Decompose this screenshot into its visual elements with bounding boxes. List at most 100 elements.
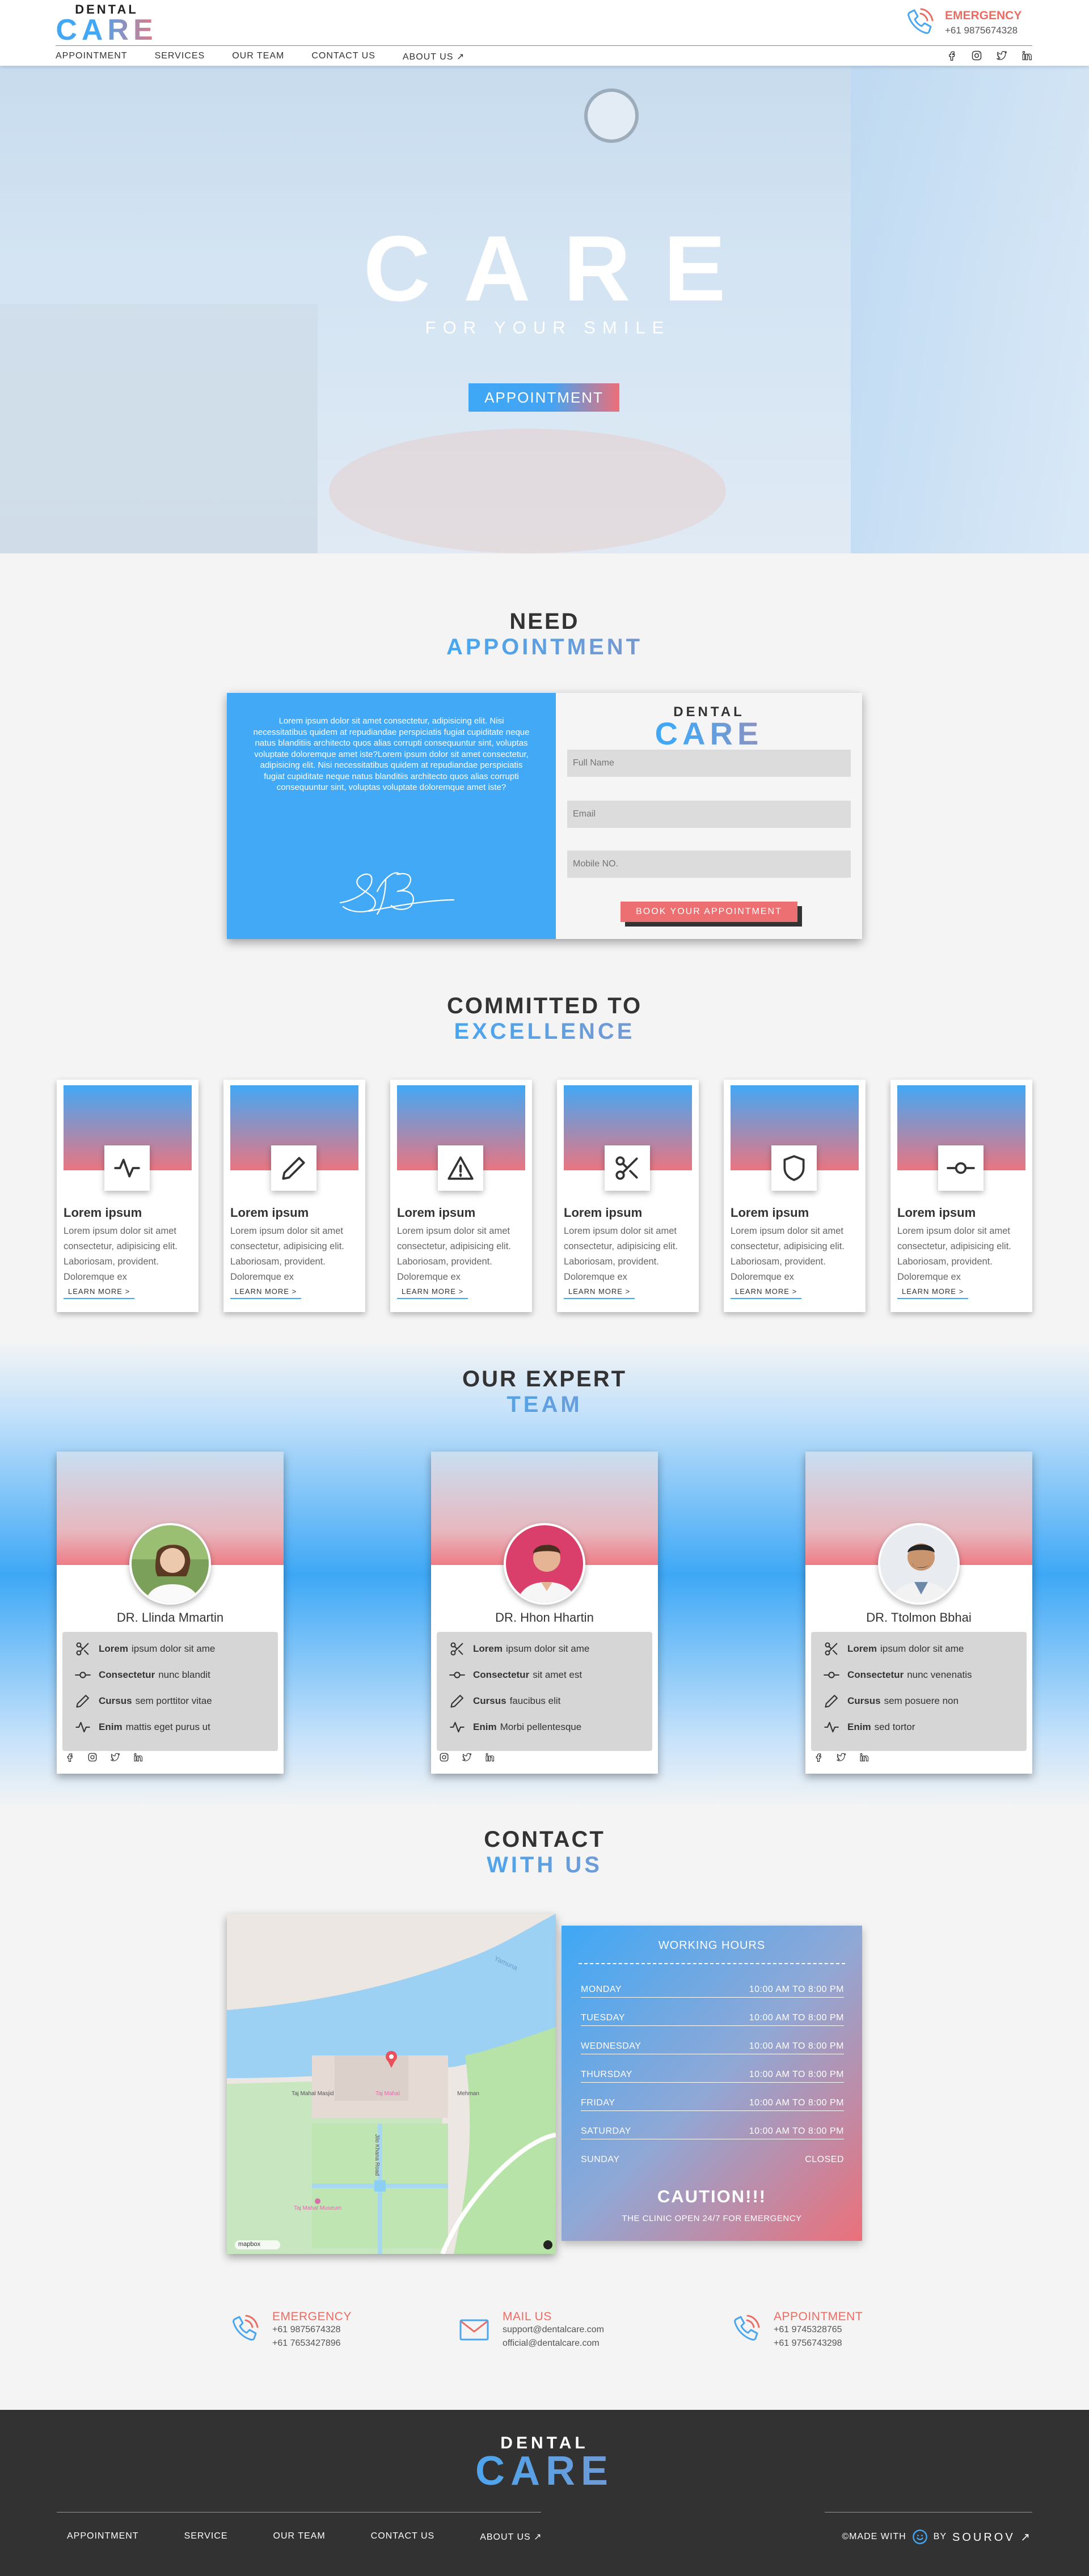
member-name: DR. Hhon Hhartin (495, 1610, 594, 1625)
contact-heading-bottom: WITH US (0, 1852, 1089, 1878)
commit-icon (947, 1154, 975, 1182)
footer-nav-appointment[interactable]: APPOINTMENT (67, 2531, 139, 2543)
skill-bold: Enim (99, 1721, 123, 1732)
instagram-icon[interactable] (87, 1752, 98, 1762)
pulse-icon (75, 1719, 91, 1735)
map-label-mehman: Mehman (457, 2091, 479, 2097)
footer-nav-contact-us[interactable]: CONTACT US (371, 2531, 435, 2543)
twitter-icon[interactable] (110, 1752, 120, 1762)
pencil-icon (280, 1154, 308, 1182)
contact-mail-2: official@dentalcare.com (503, 2338, 600, 2348)
nav-our-team[interactable]: OUR TEAM (232, 50, 284, 64)
contact-appointment-phone-2: +61 9756743298 (774, 2338, 842, 2348)
learn-more-link[interactable]: LEARN MORE > (564, 1287, 635, 1299)
contact-emergency-phone-2: +61 7653427896 (272, 2338, 341, 2348)
contact-mail-title: MAIL US (503, 2310, 552, 2323)
hero-subtitle: FOR YOUR SMILE (425, 318, 671, 337)
contact-mail-1: support@dentalcare.com (503, 2325, 604, 2334)
facebook-icon[interactable] (813, 1752, 824, 1762)
contact-mail[interactable]: MAIL US support@dentalcare.com official@… (457, 2310, 627, 2355)
excellence-heading-top: COMMITTED TO (446, 993, 643, 1018)
skill-bold: Consectetur (847, 1669, 904, 1680)
contact-heading: CONTACT WITH US (0, 1827, 1089, 1878)
email-field[interactable] (567, 801, 851, 828)
scissors-icon (449, 1641, 465, 1657)
skill-bold: Consectetur (99, 1669, 155, 1680)
commit-icon (75, 1667, 91, 1683)
linkedin-icon[interactable] (1021, 50, 1032, 61)
nav-services[interactable]: SERVICES (155, 50, 205, 64)
full-name-field[interactable] (567, 750, 851, 777)
author-link[interactable]: SOUROV ↗ (952, 2530, 1032, 2544)
site-header: DENTAL CARE EMERGENCY +61 9875674328 APP… (0, 0, 1089, 66)
nav-contact-us[interactable]: CONTACT US (311, 50, 375, 64)
learn-more-link[interactable]: LEARN MORE > (731, 1287, 802, 1299)
linkedin-icon[interactable] (484, 1752, 495, 1762)
skill-bold: Cursus (473, 1695, 506, 1706)
twitter-icon[interactable] (462, 1752, 472, 1762)
book-appointment-button[interactable]: BOOK YOUR APPOINTMENT (621, 902, 797, 922)
learn-more-link[interactable]: LEARN MORE > (897, 1287, 969, 1299)
map-attribution[interactable]: mapbox (238, 2241, 260, 2248)
mobile-field[interactable] (567, 851, 851, 878)
skills-box: Lorem ipsum dolor sit ame Consectetur sit … (437, 1632, 652, 1751)
skill-item: Lorem ipsum dolor sit ame (449, 1641, 589, 1657)
twitter-icon[interactable] (996, 50, 1007, 61)
skill-bold: Lorem (99, 1643, 128, 1654)
hours-time: 10:00 AM TO 8:00 PM (749, 2041, 844, 2051)
skill-item: Consectetur nunc blandit (75, 1667, 210, 1683)
map-label-taj: Taj Mahal (375, 2091, 400, 2097)
member-social (65, 1752, 143, 1762)
hours-day: TUESDAY (581, 2013, 625, 2023)
card-icon-box (104, 1145, 150, 1191)
card-title: Lorem ipsum (731, 1205, 809, 1220)
learn-more-link[interactable]: LEARN MORE > (64, 1287, 135, 1299)
contact-appointment[interactable]: APPOINTMENT +61 9745328765 +61 975674329… (728, 2310, 876, 2355)
header-emergency[interactable]: EMERGENCY +61 9875674328 (902, 6, 1032, 40)
instagram-icon[interactable] (439, 1752, 449, 1762)
hours-row: SATURDAY 10:00 AM TO 8:00 PM (581, 2126, 844, 2139)
facebook-icon[interactable] (946, 50, 957, 61)
footer-nav-service[interactable]: SERVICE (184, 2531, 228, 2543)
card-title: Lorem ipsum (897, 1205, 976, 1220)
contact-appointment-phone-1: +61 9745328765 (774, 2325, 842, 2334)
twitter-icon[interactable] (836, 1752, 846, 1762)
skill-item: Cursus faucibus elit (449, 1693, 560, 1709)
team-heading: OUR EXPERT TEAM (0, 1367, 1089, 1418)
skill-text: sem porttitor vitae (135, 1695, 212, 1706)
linkedin-icon[interactable] (133, 1752, 143, 1762)
facebook-icon[interactable] (65, 1752, 75, 1762)
location-map[interactable]: Yamuna Taj Mahal Masjid Taj Mahal Mehman… (227, 1914, 556, 2254)
contact-emergency[interactable]: EMERGENCY +61 9875674328 +61 7653427896 (227, 2310, 363, 2355)
skill-item: Enim mattis eget purus ut (75, 1719, 210, 1735)
hero-appointment-button[interactable]: APPOINTMENT (468, 383, 619, 412)
emergency-label: EMERGENCY (945, 9, 1022, 22)
pulse-icon (113, 1154, 141, 1182)
skill-text: ipsum dolor sit ame (131, 1643, 216, 1654)
form-logo: DENTAL CARE (556, 704, 862, 750)
footer-logo[interactable]: DENTAL CARE (0, 2434, 1089, 2492)
card-text: Lorem ipsum dolor sit amet consectetur, … (897, 1226, 1011, 1282)
skill-item: Lorem ipsum dolor sit ame (824, 1641, 964, 1657)
learn-more-link[interactable]: LEARN MORE > (397, 1287, 468, 1299)
instagram-icon[interactable] (971, 50, 982, 61)
linkedin-icon[interactable] (859, 1752, 869, 1762)
phone-icon (728, 2312, 762, 2346)
logo[interactable]: DENTAL CARE (56, 2, 158, 45)
learn-more-link[interactable]: LEARN MORE > (230, 1287, 302, 1299)
excellence-heading-bottom: EXCELLENCE (0, 1019, 1089, 1044)
footer-nav-our-team[interactable]: OUR TEAM (273, 2531, 326, 2543)
nav-about-us[interactable]: ABOUT US ↗ (403, 50, 465, 64)
skill-text: Morbi pellentesque (500, 1721, 582, 1732)
member-social (813, 1752, 869, 1762)
card-text: Lorem ipsum dolor sit amet consectetur, … (564, 1226, 678, 1282)
appointment-heading-bottom: APPOINTMENT (0, 635, 1089, 660)
service-card: Lorem ipsum Lorem ipsum dolor sit amet c… (223, 1080, 365, 1312)
footer-nav-about-us[interactable]: ABOUT US ↗ (480, 2531, 542, 2543)
nav-appointment[interactable]: APPOINTMENT (56, 50, 128, 64)
hero-banner: CARE FOR YOUR SMILE APPOINTMENT (0, 66, 1089, 553)
skill-item: Cursus sem porttitor vitae (75, 1693, 212, 1709)
skill-bold: Enim (473, 1721, 497, 1732)
skill-bold: Lorem (473, 1643, 503, 1654)
caution-title: CAUTION!!! (657, 2186, 767, 2206)
